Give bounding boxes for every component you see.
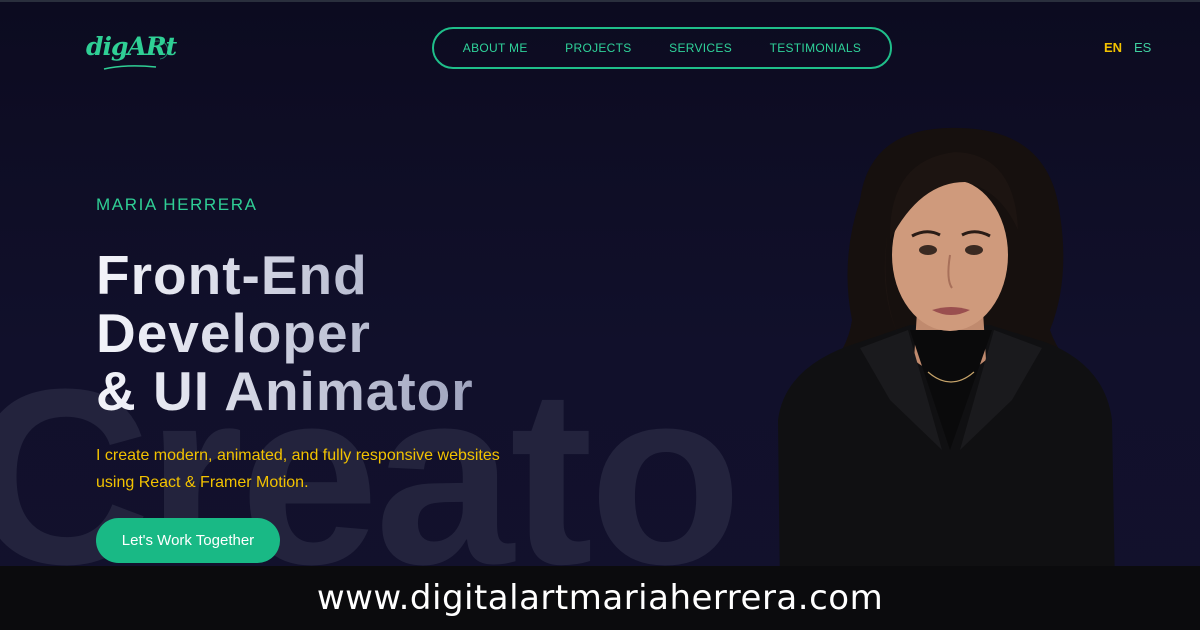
headline-line-2: Developer xyxy=(96,302,371,364)
top-border xyxy=(0,0,1200,2)
headline-line-1: Front-End xyxy=(96,244,368,306)
main-navigation: ABOUT ME PROJECTS SERVICES TESTIMONIALS xyxy=(432,27,892,69)
hero-name: MARIA HERRERA xyxy=(96,195,258,214)
lets-work-together-button[interactable]: Let's Work Together xyxy=(96,518,280,563)
portrait-image xyxy=(778,127,1115,590)
landing-page: Creato digARt ABOUT ME PROJECTS SERVICES… xyxy=(0,0,1200,630)
language-toggle-es[interactable]: ES xyxy=(1134,40,1151,55)
subtitle-line-2: using React & Framer Motion. xyxy=(96,474,309,491)
subtitle-line-1: I create modern, animated, and fully res… xyxy=(96,447,500,464)
nav-item-services[interactable]: SERVICES xyxy=(669,41,732,55)
logo-swoosh-icon xyxy=(103,40,169,70)
website-url[interactable]: www.digitalartmariaherrera.com xyxy=(317,578,883,618)
footer-url-bar: www.digitalartmariaherrera.com xyxy=(0,566,1200,630)
hero-subtitle: I create modern, animated, and fully res… xyxy=(96,442,566,496)
hero-headline: Front-End Developer & UI Animator xyxy=(96,246,474,420)
site-logo[interactable]: digARt xyxy=(86,28,177,74)
language-toggle-en[interactable]: EN xyxy=(1104,40,1122,55)
nav-item-projects[interactable]: PROJECTS xyxy=(565,41,631,55)
nav-item-testimonials[interactable]: TESTIMONIALS xyxy=(770,41,862,55)
nav-item-about-me[interactable]: ABOUT ME xyxy=(463,41,528,55)
headline-line-3: & UI Animator xyxy=(96,360,474,422)
